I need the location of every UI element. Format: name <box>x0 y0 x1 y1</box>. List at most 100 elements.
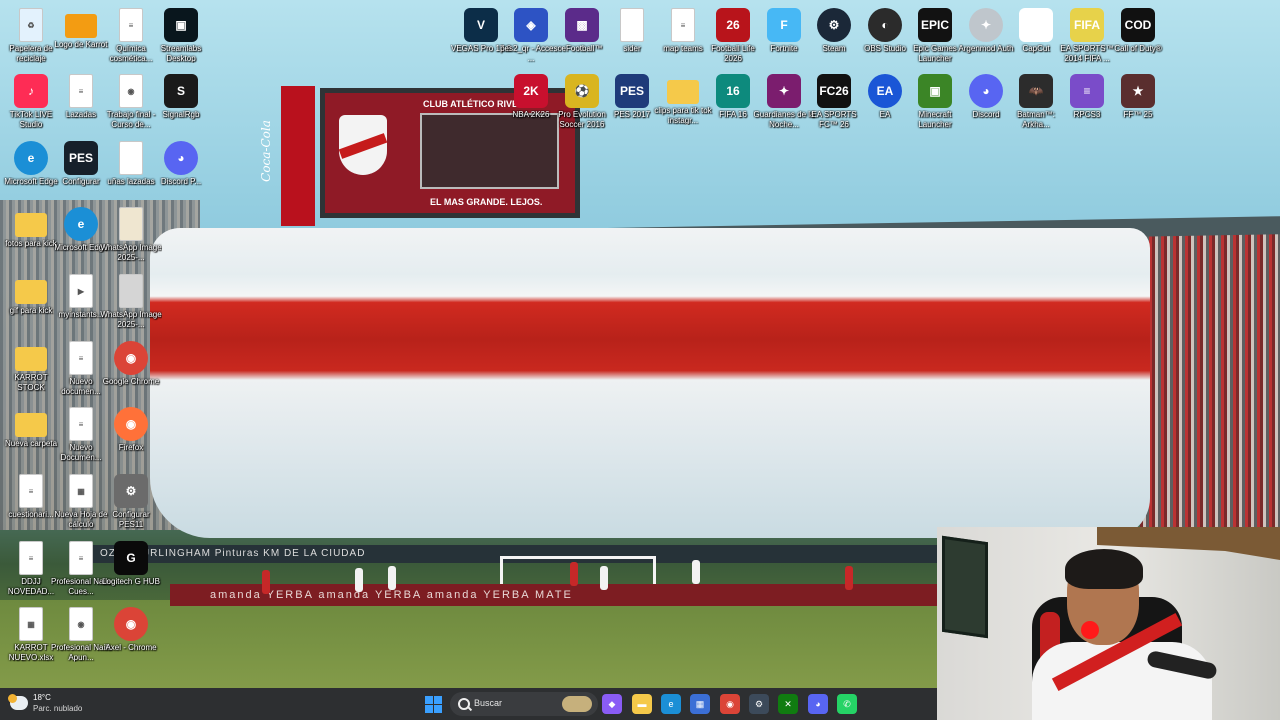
document-icon <box>119 141 143 175</box>
search-icon <box>458 698 470 710</box>
wallpaper-player <box>355 568 363 592</box>
desktop-icon[interactable]: G Logitech G HUB <box>100 537 162 603</box>
wallpaper-player <box>388 566 396 590</box>
efootball-icon: ▩ <box>565 8 599 42</box>
pes-qr-icon: ◈ <box>514 8 548 42</box>
webcam-person-hair <box>1065 549 1143 589</box>
document-icon: ≡ <box>69 541 93 575</box>
ea-icon: EA <box>868 74 902 108</box>
desktop-icon-label: Axel - Chrome <box>105 643 157 652</box>
chrome-icon[interactable]: ◉ <box>720 694 740 714</box>
pes-config-icon: PES <box>64 141 98 175</box>
minecraft-icon: ▣ <box>918 74 952 108</box>
document-icon: ≡ <box>19 474 43 508</box>
desktop-icon[interactable]: ◉ Axel - Chrome <box>100 603 162 669</box>
chrome-icon: ◉ <box>114 341 148 375</box>
rpcs3-icon: ≡ <box>1070 74 1104 108</box>
windows-logo-icon <box>425 705 433 713</box>
discord-icon[interactable]: ◕ <box>808 694 828 714</box>
coke-text: Coca-Cola <box>258 120 273 182</box>
weather-condition: Parc. nublado <box>33 704 83 713</box>
wallpaper-stands-right <box>1140 220 1280 530</box>
pes11-config-icon: ⚙ <box>114 474 148 508</box>
desktop-icon-label: Streamlabs Desktop <box>160 44 202 63</box>
desktop-icon-label: Configurar PES11 <box>112 510 150 529</box>
image-file-icon <box>65 14 97 38</box>
file-explorer-icon[interactable]: ▬ <box>632 694 652 714</box>
document-icon: ≡ <box>119 8 143 42</box>
desktop-icon-label: Google Chrome <box>102 377 160 386</box>
spreadsheet-icon: ▦ <box>69 474 93 508</box>
steam-icon[interactable]: ⚙ <box>749 694 769 714</box>
chrome-doc-icon: ◉ <box>69 607 93 641</box>
folder-icon <box>667 80 699 104</box>
logitech-icon: G <box>114 541 148 575</box>
copilot-icon[interactable]: ◆ <box>602 694 622 714</box>
image-file-icon <box>119 274 143 308</box>
epic-games-icon: EPIC <box>918 8 952 42</box>
chrome-doc-icon: ◉ <box>119 74 143 108</box>
document-icon <box>620 8 644 42</box>
desktop-icon[interactable]: ◉ Google Chrome <box>100 337 162 403</box>
taskbar-search[interactable]: Buscar <box>450 692 598 716</box>
wallpaper-player <box>845 566 853 590</box>
desktop-icon[interactable]: WhatsApp Image 2025-... <box>100 270 162 336</box>
desktop-icon[interactable]: ⚙ Configurar PES11 <box>100 470 162 536</box>
nba2k-icon: 2K <box>514 74 548 108</box>
document-icon: ≡ <box>671 8 695 42</box>
start-button[interactable] <box>425 696 442 713</box>
river-crest-icon <box>339 115 387 175</box>
webcam-overlay <box>937 527 1280 720</box>
wallpaper-player <box>692 560 700 584</box>
obs-icon: ◐ <box>868 8 902 42</box>
store-icon[interactable]: ▦ <box>690 694 710 714</box>
wallpaper-flag-banner <box>150 228 1150 538</box>
edge-icon: e <box>14 141 48 175</box>
taskbar: 18°C Parc. nublado Buscar ◆ ▬ e ▦ ◉ ⚙ ✕ ◕ ✆ <box>0 688 937 720</box>
edge-icon[interactable]: e <box>661 694 681 714</box>
firefox-icon: ◉ <box>114 407 148 441</box>
wallpaper-player <box>600 566 608 590</box>
desktop-icon-label: Call of Duty® <box>1114 44 1162 53</box>
game-icon: ★ <box>1121 74 1155 108</box>
game-icon: ✦ <box>767 74 801 108</box>
search-highlight-icon <box>562 696 592 712</box>
wallpaper-player <box>262 570 270 594</box>
search-placeholder: Buscar <box>474 698 503 708</box>
windows-logo-icon <box>434 696 442 704</box>
signalrgb-icon: S <box>164 74 198 108</box>
fortnite-icon: F <box>767 8 801 42</box>
wallpaper-adboard: amanda YERBA amanda YERBA amanda YERBA M… <box>170 584 980 606</box>
folder-icon <box>15 347 47 371</box>
image-file-icon <box>119 207 143 241</box>
batman-icon: 🦇 <box>1019 74 1053 108</box>
desktop-icon-label: Logitech G HUB <box>102 577 160 586</box>
windows-logo-icon <box>434 705 442 713</box>
clown-nose <box>1081 621 1099 639</box>
wallpaper-coke-tower: Coca-Cola <box>259 86 315 226</box>
desktop-icon-label: Firefox <box>118 443 144 452</box>
desktop-icon[interactable]: WhatsApp Image 2025-... <box>100 203 162 269</box>
desktop-icon[interactable]: ◕ Discord P... <box>150 137 212 203</box>
desktop-icon-label: Discord P... <box>160 177 202 186</box>
pes2016-icon: ⚽ <box>565 74 599 108</box>
fifa-world-cup-icon: FIFA <box>1070 8 1104 42</box>
desktop-icon-label: WhatsApp Image 2025-... <box>100 243 162 262</box>
desktop-icon[interactable]: ▣ Streamlabs Desktop <box>150 4 212 70</box>
scoreboard-slogan: EL MAS GRANDE. LEJOS. <box>430 197 543 207</box>
desktop-icon[interactable]: ◉ Firefox <box>100 403 162 469</box>
webcam-poster <box>942 535 988 639</box>
tiktok-icon: ♪ <box>14 74 48 108</box>
wallpaper-player <box>570 562 578 586</box>
chrome-icon: ◉ <box>114 607 148 641</box>
argenmod-icon: ✦ <box>969 8 1003 42</box>
desktop-icon[interactable]: COD Call of Duty® <box>1107 4 1169 70</box>
desktop-icon[interactable]: ★ FF™ 25 <box>1107 70 1169 136</box>
discord-icon: ◕ <box>969 74 1003 108</box>
whatsapp-icon[interactable]: ✆ <box>837 694 857 714</box>
xbox-icon[interactable]: ✕ <box>778 694 798 714</box>
call-of-duty-icon: COD <box>1121 8 1155 42</box>
edge-icon: e <box>64 207 98 241</box>
desktop-icon[interactable]: S SignalRgb <box>150 70 212 136</box>
document-icon: ≡ <box>69 407 93 441</box>
